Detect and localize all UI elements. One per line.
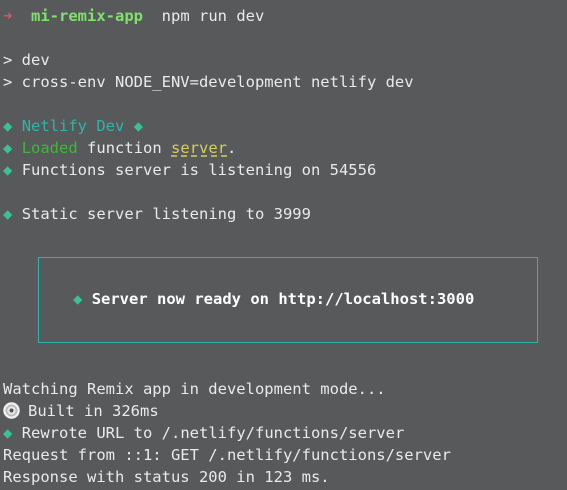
response-line: Response with status 200 in 123 ms. xyxy=(3,468,330,486)
diamond-icon: ◆ xyxy=(133,117,144,135)
server-ready-line: ◆ Server now ready on http://localhost:3… xyxy=(73,288,474,310)
function-name: server xyxy=(171,139,228,157)
npm-command-line: > cross-env NODE_ENV=development netlify… xyxy=(3,73,414,91)
functions-server-line: ◆ Functions server is listening on 54556 xyxy=(3,159,376,181)
functions-server-text: Functions server is listening on 54556 xyxy=(21,161,377,179)
app-directory-name: mi-remix-app xyxy=(31,7,143,25)
request-line: Request from ::1: GET /.netlify/function… xyxy=(3,446,451,464)
prompt-line: ➜ mi-remix-app npm run dev xyxy=(3,5,264,27)
diamond-icon: ◆ xyxy=(3,139,13,157)
netlify-dev-title-line: ◆ Netlify Dev ◆ xyxy=(3,115,143,137)
built-text: Built in 326ms xyxy=(28,402,159,420)
diamond-icon: ◆ xyxy=(3,161,13,179)
netlify-dev-title: Netlify Dev xyxy=(21,117,125,135)
server-ready-text[interactable]: Server now ready on http://localhost:300… xyxy=(92,290,475,308)
period: . xyxy=(227,139,237,157)
npm-script-line: > dev xyxy=(3,51,50,69)
static-server-text: Static server listening to 3999 xyxy=(21,205,311,223)
arrow-right-icon: ➜ xyxy=(3,7,13,25)
diamond-icon: ◆ xyxy=(73,290,83,308)
loaded-label: Loaded xyxy=(21,139,78,157)
rewrote-text: Rewrote URL to /.netlify/functions/serve… xyxy=(21,424,405,442)
rewrote-line: ◆ Rewrote URL to /.netlify/functions/ser… xyxy=(3,422,404,444)
diamond-icon: ◆ xyxy=(3,424,13,442)
static-server-line: ◆ Static server listening to 3999 xyxy=(3,203,311,225)
cd-disc-icon xyxy=(3,402,20,419)
diamond-icon: ◆ xyxy=(3,205,13,223)
server-ready-box: ◆ Server now ready on http://localhost:3… xyxy=(38,257,538,343)
diamond-icon: ◆ xyxy=(3,117,13,135)
built-line: Built in 326ms xyxy=(3,400,159,422)
loaded-function-line: ◆ Loaded function server. xyxy=(3,137,236,159)
function-label: function xyxy=(87,139,162,157)
command-text: npm run dev xyxy=(161,7,265,25)
terminal-window[interactable]: ➜ mi-remix-app npm run dev > dev > cross… xyxy=(0,0,567,490)
watching-line: Watching Remix app in development mode..… xyxy=(3,380,386,398)
